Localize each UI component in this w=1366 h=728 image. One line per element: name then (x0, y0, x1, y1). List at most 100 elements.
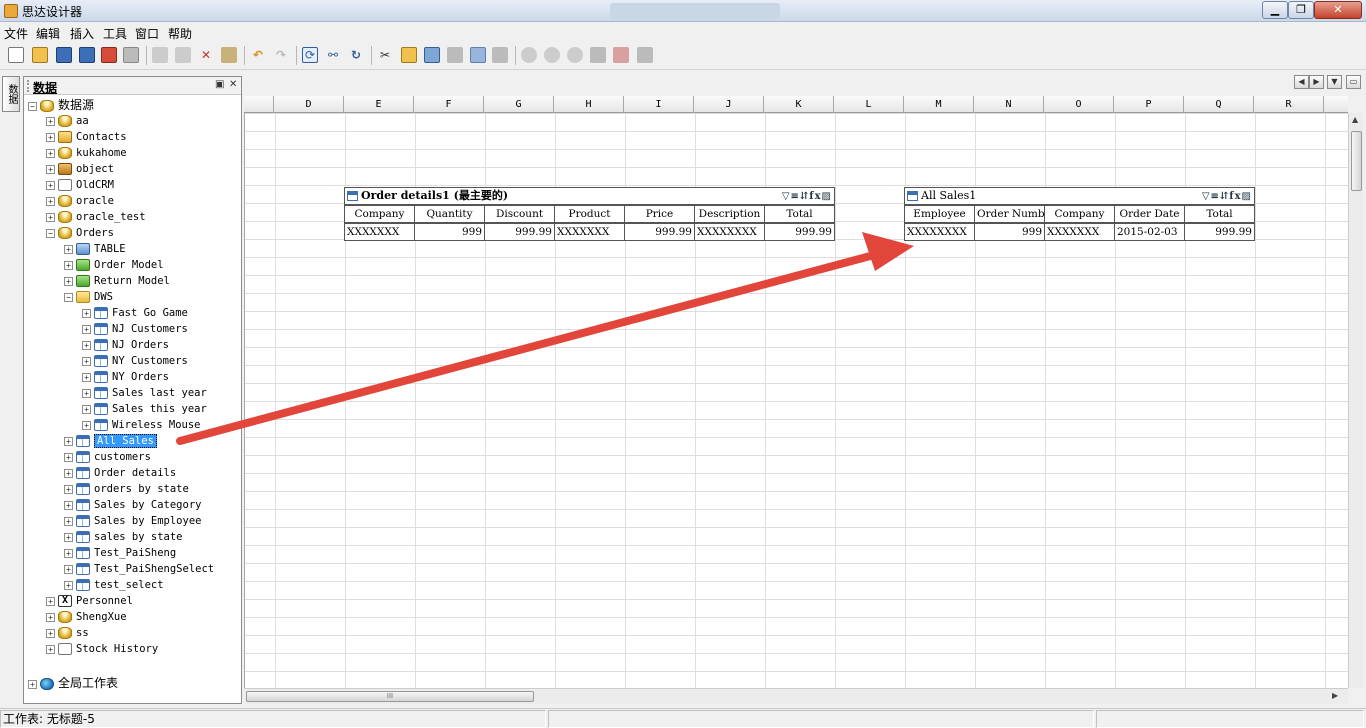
sheet-menu-button[interactable]: ▼ (1327, 75, 1342, 89)
menu-tools[interactable]: 工具 (103, 25, 127, 42)
expand-toggle-icon[interactable]: + (46, 116, 55, 126)
tree-node[interactable]: − Orders (46, 225, 114, 241)
column-header[interactable]: D (274, 96, 344, 113)
tree-node[interactable]: + ss (46, 625, 89, 641)
reload-icon[interactable]: ↻ (348, 47, 364, 63)
expand-toggle-icon[interactable]: + (46, 164, 55, 174)
tree-node[interactable]: + OldCRM (46, 177, 114, 193)
vertical-scroll-thumb[interactable] (1351, 131, 1362, 191)
menu-help[interactable]: 帮助 (168, 25, 192, 42)
column-header[interactable]: I (624, 96, 694, 113)
open-icon[interactable] (32, 47, 48, 63)
grid-icon[interactable] (590, 47, 606, 63)
tree-node[interactable]: + sales by state (64, 529, 183, 545)
table-header-cell[interactable]: Description (694, 205, 765, 223)
add-table-icon[interactable] (424, 47, 440, 63)
tree-node[interactable]: − 数据源 (28, 97, 94, 113)
new-icon[interactable] (8, 47, 24, 63)
tree-node[interactable]: + oracle (46, 193, 114, 209)
expand-toggle-icon[interactable]: + (64, 276, 73, 286)
panel-grip[interactable] (27, 80, 30, 92)
shape-oval2-icon[interactable] (544, 47, 560, 63)
column-header[interactable]: N (974, 96, 1044, 113)
save-all-icon[interactable] (79, 47, 95, 63)
expand-toggle-icon[interactable]: + (64, 468, 73, 478)
arrange-icon[interactable] (637, 47, 653, 63)
save-icon[interactable] (56, 47, 72, 63)
shape-oval3-icon[interactable] (567, 47, 583, 63)
table-data-cell[interactable]: 2015-02-03 (1114, 223, 1185, 241)
tree-node[interactable]: + Return Model (64, 273, 170, 289)
table-header-cell[interactable]: Discount (484, 205, 555, 223)
tree-node[interactable]: + NJ Customers (82, 321, 188, 337)
table-data-cell[interactable]: 999 (974, 223, 1045, 241)
worksheet-grid[interactable] (244, 96, 1348, 688)
tree-node[interactable]: + oracle_test (46, 209, 146, 225)
scroll-right-button[interactable]: ▶ (1309, 75, 1324, 89)
expand-toggle-icon[interactable]: + (46, 180, 55, 190)
copy-icon[interactable] (175, 47, 191, 63)
column-header[interactable]: P (1114, 96, 1184, 113)
expand-toggle-icon[interactable]: + (82, 404, 91, 414)
table-header-cell[interactable]: Total (1184, 205, 1255, 223)
tree-node[interactable]: + All Sales (64, 433, 157, 449)
table-tools-icons[interactable]: ▽≡⇵fx▨ (1202, 189, 1252, 205)
tree-node[interactable]: + NJ Orders (82, 337, 169, 353)
tree-node[interactable]: + NY Orders (82, 369, 169, 385)
expand-toggle-icon[interactable]: + (82, 372, 91, 382)
data-side-tab[interactable]: 数据 (2, 76, 20, 112)
join-icon[interactable] (470, 47, 486, 63)
tree-node[interactable]: + Order details (64, 465, 176, 481)
tree-node[interactable]: + Contacts (46, 129, 127, 145)
expand-toggle-icon[interactable]: + (64, 436, 73, 446)
table-data-cell[interactable]: 999 (414, 223, 485, 241)
tree-node[interactable]: + NY Customers (82, 353, 188, 369)
tree-node[interactable]: + Sales by Employee (64, 513, 201, 529)
expand-toggle-icon[interactable]: + (82, 388, 91, 398)
tree-node[interactable]: + Order Model (64, 257, 164, 273)
table-data-cell[interactable]: XXXXXXX (554, 223, 625, 241)
expand-toggle-icon[interactable]: + (46, 148, 55, 158)
expand-toggle-icon[interactable]: + (82, 420, 91, 430)
expand-toggle-icon[interactable]: + (64, 580, 73, 590)
tree-node[interactable]: + Test_PaiSheng (64, 545, 176, 561)
expand-toggle-icon[interactable]: − (46, 228, 55, 238)
redo-icon[interactable]: ↷ (273, 47, 289, 63)
expand-toggle-icon[interactable]: + (64, 260, 73, 270)
vertical-scrollbar[interactable]: ▲ (1348, 113, 1363, 688)
table-data-cell[interactable]: XXXXXXXX (904, 223, 975, 241)
tree-node[interactable]: + test_select (64, 577, 164, 593)
column-header[interactable]: G (484, 96, 554, 113)
tree-node[interactable]: + Test_PaiShengSelect (64, 561, 214, 577)
table-data-cell[interactable]: 999.99 (484, 223, 555, 241)
sheet-restore-button[interactable]: ▭ (1346, 75, 1361, 89)
menu-insert[interactable]: 插入 (70, 25, 94, 42)
scroll-up-icon[interactable]: ▲ (1352, 115, 1358, 124)
tree-node[interactable]: + Stock History (46, 641, 158, 657)
tree-node[interactable]: + X Personnel (46, 593, 133, 609)
table-header-cell[interactable]: Company (1044, 205, 1115, 223)
column-header[interactable]: H (554, 96, 624, 113)
expand-toggle-icon[interactable]: + (82, 324, 91, 334)
expand-toggle-icon[interactable]: + (82, 340, 91, 350)
cut-icon[interactable] (152, 47, 168, 63)
table-header-cell[interactable]: Quantity (414, 205, 485, 223)
column-header[interactable]: O (1044, 96, 1114, 113)
expand-toggle-icon[interactable]: + (64, 244, 73, 254)
table-data-cell[interactable]: 999.99 (624, 223, 695, 241)
undo-icon[interactable]: ↶ (250, 47, 266, 63)
paste-icon[interactable] (221, 47, 237, 63)
expand-toggle-icon[interactable]: + (64, 548, 73, 558)
tree-node[interactable]: + object (46, 161, 114, 177)
column-header[interactable]: F (414, 96, 484, 113)
tree-node[interactable]: − DWS (64, 289, 113, 305)
expand-toggle-icon[interactable]: + (64, 516, 73, 526)
expand-toggle-icon[interactable]: + (64, 452, 73, 462)
close-button[interactable]: ✕ (1314, 1, 1362, 19)
tree-node[interactable]: + TABLE (64, 241, 126, 257)
expand-toggle-icon[interactable]: + (46, 132, 55, 142)
expand-toggle-icon[interactable]: + (82, 356, 91, 366)
tools-icon[interactable]: ✂ (377, 47, 393, 63)
table-data-cell[interactable]: XXXXXXXX (694, 223, 765, 241)
table-header-cell[interactable]: Product (554, 205, 625, 223)
